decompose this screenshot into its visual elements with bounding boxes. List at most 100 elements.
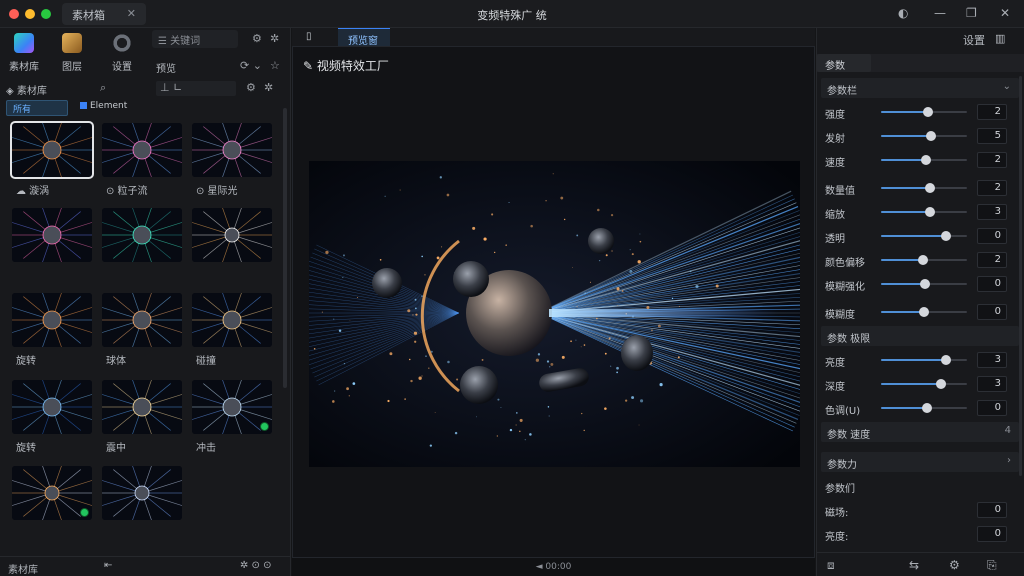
parameter-row: 缩放 3 <box>817 202 1024 222</box>
tool-import[interactable]: 素材库 <box>4 33 44 73</box>
parameter-section-header[interactable]: 参数 极限 <box>821 326 1019 346</box>
filter-field[interactable]: ⊥ ∟ <box>156 81 236 96</box>
parameter-slider[interactable] <box>881 279 967 289</box>
spark <box>629 269 633 273</box>
effect-thumbnail[interactable] <box>192 293 272 347</box>
center-tab-strip: ▯ 预览窗 <box>292 28 815 47</box>
effect-thumbnail[interactable] <box>12 380 92 434</box>
parameter-section-header[interactable]: 参数栏 ⌄ <box>821 78 1019 98</box>
parameter-value-input[interactable]: 0 <box>977 400 1007 416</box>
tab-canvas[interactable]: ▯ <box>296 28 322 46</box>
minimize-icon[interactable]: — <box>934 6 946 20</box>
slider-fill <box>881 259 924 261</box>
slider-knob[interactable] <box>918 255 929 265</box>
tool-layers[interactable]: 图层 <box>52 33 92 73</box>
tab-parameters[interactable]: 参数 <box>817 54 871 72</box>
effect-thumbnail[interactable] <box>12 208 92 262</box>
settings-icon[interactable]: ⚙ <box>252 32 262 45</box>
slider-knob[interactable] <box>920 155 931 165</box>
timeline-readout: ◄ 00:00 <box>535 562 572 572</box>
parameter-value-input[interactable]: 2 <box>977 104 1007 120</box>
effect-thumbnail[interactable] <box>192 123 272 177</box>
parameter-value-input[interactable]: 3 <box>977 352 1007 368</box>
parameter-slider[interactable] <box>881 403 967 413</box>
swap-icon[interactable]: ⇆ <box>909 558 919 572</box>
parameter-slider[interactable] <box>881 255 967 265</box>
parameter-value-input[interactable]: 0 <box>977 526 1007 542</box>
collapse-icon[interactable]: ⇤ <box>104 560 112 571</box>
copy-icon[interactable]: ⎘ <box>987 558 997 573</box>
parameter-value-input[interactable]: 0 <box>977 228 1007 244</box>
footer-actions-icon[interactable]: ✲ ⊙ ⊙ <box>240 560 272 571</box>
tab-all[interactable]: 所有 <box>6 100 68 116</box>
tab-preview[interactable]: 预览窗 <box>338 28 390 47</box>
search-input[interactable]: ☰ 关键词 <box>152 30 238 48</box>
slider-knob[interactable] <box>919 279 930 289</box>
parameter-label: 强度 <box>825 110 845 121</box>
library-scrollbar[interactable] <box>283 108 287 388</box>
parameter-row: 发射 5 <box>817 126 1024 146</box>
parameter-value-input[interactable]: 0 <box>977 304 1007 320</box>
slider-knob[interactable] <box>919 307 929 317</box>
slider-knob[interactable] <box>936 379 947 389</box>
spark <box>604 352 607 355</box>
parameter-section-header[interactable]: 参数力 › <box>821 452 1019 472</box>
maximize-icon[interactable]: ❐ <box>966 6 977 20</box>
effect-canvas[interactable] <box>309 161 800 467</box>
theme-icon[interactable]: ◐ <box>898 6 908 20</box>
parameter-value-input[interactable]: 3 <box>977 376 1007 392</box>
center-panel: ▯ 预览窗 ✎ 视频特效工厂 ◄ 00:00 <box>292 28 815 576</box>
star-icon[interactable]: ☆ <box>270 59 280 72</box>
effect-thumbnail[interactable] <box>102 208 182 262</box>
effect-thumbnail[interactable] <box>102 466 182 520</box>
parameter-slider[interactable] <box>881 183 967 193</box>
effect-thumbnail[interactable] <box>102 123 182 177</box>
layout-icon[interactable]: ▥ <box>995 32 1005 45</box>
parameter-value-input[interactable]: 0 <box>977 502 1007 518</box>
parameter-slider[interactable] <box>881 107 967 117</box>
library-settings-icon[interactable]: ⚙ <box>246 81 256 94</box>
effect-thumbnail[interactable] <box>12 293 92 347</box>
parameter-value-input[interactable]: 2 <box>977 152 1007 168</box>
close-icon[interactable]: ✕ <box>1000 6 1010 20</box>
library-sparkle-icon[interactable]: ✲ <box>264 81 273 94</box>
tab-element[interactable]: Element <box>74 100 133 116</box>
parameter-value-input[interactable]: 2 <box>977 180 1007 196</box>
effect-thumbnail[interactable] <box>192 208 272 262</box>
parameter-slider[interactable] <box>881 207 967 217</box>
parameter-slider[interactable] <box>881 307 967 317</box>
spark <box>454 431 458 435</box>
spark <box>349 320 351 321</box>
parameter-slider[interactable] <box>881 355 967 365</box>
sparkle-icon[interactable]: ✲ <box>270 32 279 45</box>
slider-knob[interactable] <box>925 131 936 141</box>
spark <box>640 399 644 403</box>
parameter-slider[interactable] <box>881 155 967 165</box>
parameter-section-header[interactable]: 参数 速度 4 <box>821 422 1019 442</box>
slider-knob[interactable] <box>925 207 936 217</box>
layers-icon[interactable]: ⧈ <box>827 558 835 573</box>
slider-knob[interactable] <box>940 355 951 365</box>
spark <box>639 233 641 235</box>
slider-knob[interactable] <box>923 107 934 117</box>
library-search-icon[interactable]: ⌕ <box>100 81 106 95</box>
slider-knob[interactable] <box>925 183 936 193</box>
parameter-slider[interactable] <box>881 131 967 141</box>
parameter-slider[interactable] <box>881 379 967 389</box>
parameter-slider[interactable] <box>881 231 967 241</box>
tool-settings[interactable]: 设置 <box>102 33 142 73</box>
slider-knob[interactable] <box>940 231 951 241</box>
effect-thumbnail[interactable] <box>102 293 182 347</box>
parameter-value-input[interactable]: 2 <box>977 252 1007 268</box>
spark <box>608 337 611 340</box>
sphere-small <box>453 261 489 297</box>
settings-link[interactable]: 设置 <box>963 32 985 48</box>
slider-knob[interactable] <box>922 403 933 413</box>
effect-thumbnail[interactable] <box>10 121 94 179</box>
gear-icon[interactable]: ⚙ <box>949 558 960 572</box>
parameter-value-input[interactable]: 3 <box>977 204 1007 220</box>
parameter-value-input[interactable]: 0 <box>977 276 1007 292</box>
refresh-icon[interactable]: ⟳ ⌄ <box>240 59 262 72</box>
effect-thumbnail[interactable] <box>102 380 182 434</box>
parameter-value-input[interactable]: 5 <box>977 128 1007 144</box>
